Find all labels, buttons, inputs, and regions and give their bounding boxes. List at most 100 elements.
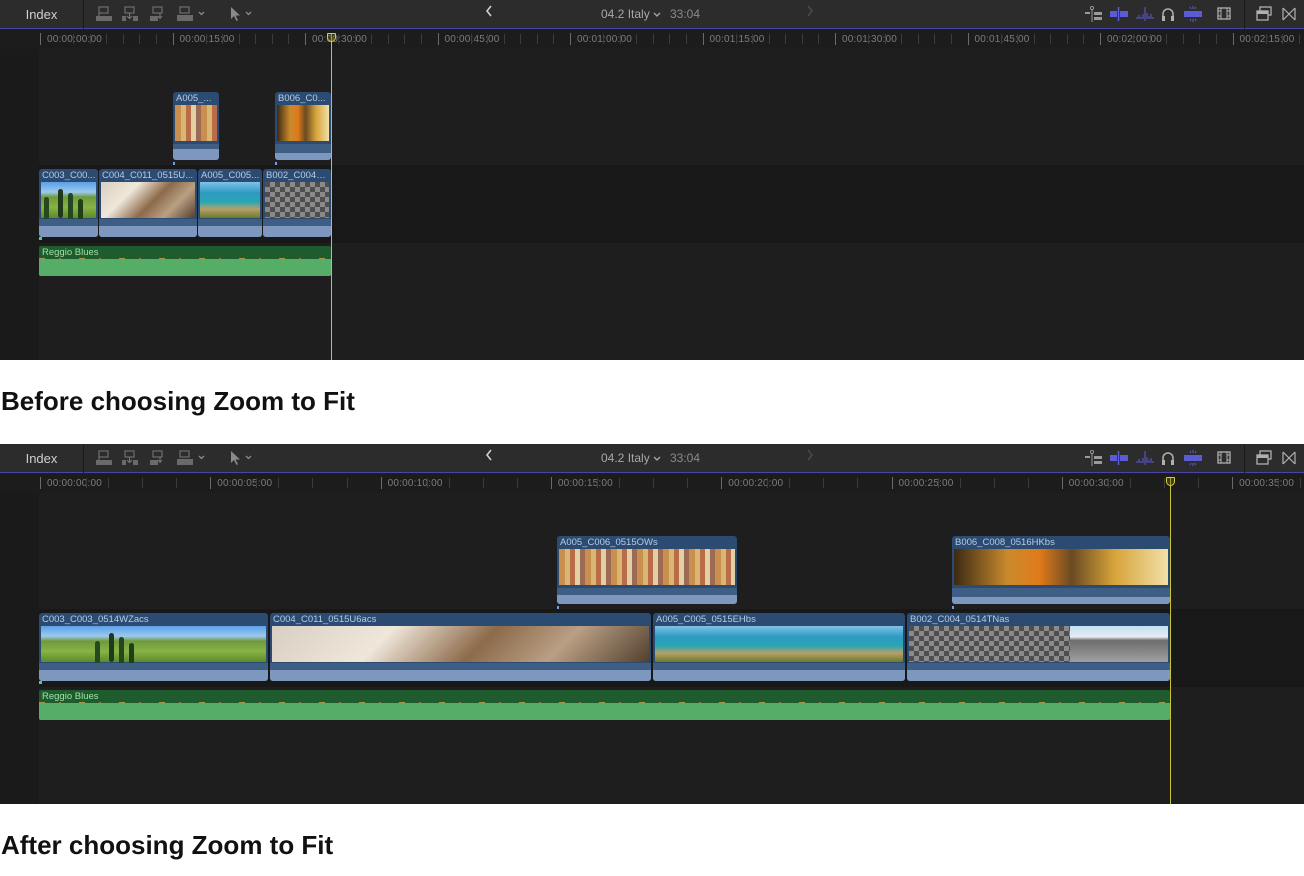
append-clip-icon[interactable] bbox=[150, 5, 166, 23]
audio-waveform-icon[interactable] bbox=[1136, 449, 1154, 467]
ruler-label: 00:00:10:00 bbox=[387, 478, 443, 489]
headphones-icon[interactable] bbox=[1161, 449, 1175, 467]
audio-waveform bbox=[270, 670, 651, 681]
timeline-gutter bbox=[0, 493, 39, 804]
ruler-minor-tick bbox=[86, 478, 88, 488]
ruler-minor-tick bbox=[1182, 34, 1184, 44]
overwrite-clip-icon[interactable] bbox=[177, 5, 207, 23]
timeline-index-window-icon[interactable] bbox=[1256, 5, 1272, 23]
ruler-minor-tick bbox=[1107, 478, 1109, 488]
primary-clip[interactable]: C004_C011_0515U6acs bbox=[270, 613, 651, 681]
playhead[interactable] bbox=[331, 34, 332, 360]
timeline-ruler[interactable]: 00:00:00:00 00:00:05:00 00:00:10:00 00:00:1… bbox=[0, 474, 1304, 493]
audio-waveform bbox=[99, 226, 197, 237]
timeline-index-window-icon[interactable] bbox=[1256, 449, 1272, 467]
audio-clip[interactable]: Reggio Blues bbox=[39, 246, 331, 276]
clip-thumbnail bbox=[41, 182, 96, 218]
ruler-minor-tick bbox=[176, 478, 178, 488]
ruler-major-tick bbox=[550, 477, 552, 489]
clip-title: B006_C008_0516HKbs bbox=[955, 537, 1055, 548]
insert-clip-icon[interactable] bbox=[122, 449, 138, 467]
index-button[interactable]: Index bbox=[0, 444, 84, 473]
clip-thumbnail bbox=[1069, 626, 1168, 662]
ruler-minor-tick bbox=[1163, 478, 1165, 488]
ruler-minor-tick bbox=[1027, 478, 1029, 488]
ruler-label: 00:01:45:00 bbox=[974, 34, 1030, 45]
ruler-label: 00:00:00:00 bbox=[47, 34, 103, 45]
forward-button[interactable] bbox=[805, 4, 815, 21]
skimming-icon[interactable] bbox=[1085, 5, 1103, 23]
ruler-minor-tick bbox=[1129, 478, 1131, 488]
ruler-minor-tick bbox=[687, 478, 689, 488]
back-button[interactable] bbox=[484, 448, 494, 465]
ruler-major-tick bbox=[570, 33, 571, 45]
clip-thumbnail bbox=[41, 626, 266, 662]
close-timeline-icon[interactable] bbox=[1282, 5, 1296, 23]
ruler-minor-tick bbox=[959, 478, 961, 488]
overwrite-clip-icon[interactable] bbox=[177, 449, 207, 467]
audio-clip[interactable]: Reggio Blues bbox=[39, 690, 1170, 720]
ruler-minor-tick bbox=[801, 34, 803, 44]
primary-clip[interactable]: A005_C005_0515EHbs bbox=[653, 613, 905, 681]
index-button[interactable]: Index bbox=[0, 0, 84, 29]
ruler-major-tick bbox=[702, 33, 704, 45]
select-tool-icon[interactable] bbox=[229, 5, 255, 23]
audio-skimming-icon[interactable] bbox=[1110, 449, 1128, 467]
primary-clip[interactable]: C003_C00... bbox=[39, 169, 98, 237]
skimming-icon[interactable] bbox=[1085, 449, 1103, 467]
chevron-down-icon bbox=[653, 12, 661, 17]
clip-title: A005_C006_0515OWs bbox=[560, 537, 658, 548]
back-button[interactable] bbox=[484, 4, 494, 21]
ruler-major-tick bbox=[891, 477, 893, 489]
snapping-icon[interactable] bbox=[1184, 5, 1202, 23]
project-name-dropdown[interactable]: 04.2 Italy bbox=[601, 7, 661, 21]
ruler-major-tick bbox=[380, 477, 382, 489]
clip-title: C004_C011_0515U6acs bbox=[273, 614, 377, 625]
ruler-minor-tick bbox=[155, 34, 157, 44]
primary-clip[interactable]: C003_C003_0514WZacs bbox=[39, 613, 268, 681]
ruler-minor-tick bbox=[1149, 34, 1151, 44]
playhead-handle[interactable] bbox=[327, 33, 336, 42]
connected-clip[interactable]: B006_C008_0516HKbs bbox=[952, 536, 1170, 604]
append-clip-icon[interactable] bbox=[150, 449, 166, 467]
project-name-dropdown[interactable]: 04.2 Italy bbox=[601, 451, 661, 465]
clip-appearance-icon[interactable] bbox=[1217, 449, 1231, 467]
primary-clip[interactable]: B002_C004_0514TNas bbox=[907, 613, 1170, 681]
timeline-ruler[interactable]: 00:00:00:00 00:00:15:00 00:00:30:00 00:00:4… bbox=[0, 30, 1304, 49]
ruler-minor-tick bbox=[789, 478, 791, 488]
ruler-major-tick bbox=[40, 477, 41, 489]
ruler-major-tick bbox=[305, 33, 306, 45]
forward-button[interactable] bbox=[805, 448, 815, 465]
playhead[interactable] bbox=[1170, 478, 1171, 804]
ruler-minor-tick bbox=[1282, 34, 1284, 44]
ruler-major-tick bbox=[1061, 477, 1063, 489]
ruler-minor-tick bbox=[752, 34, 754, 44]
playhead-handle[interactable] bbox=[1166, 477, 1175, 486]
ruler-minor-tick bbox=[768, 34, 770, 44]
timeline-panel-after: Index 04.2 Italy 33:04 00:00:00:00 00:00… bbox=[0, 444, 1304, 804]
clip-thumbnail bbox=[272, 626, 649, 662]
primary-clip[interactable]: B002_C004_... bbox=[263, 169, 331, 237]
caption-before: Before choosing Zoom to Fit bbox=[1, 386, 355, 416]
primary-clip[interactable]: A005_C005... bbox=[198, 169, 262, 237]
ruler-minor-tick bbox=[1050, 34, 1052, 44]
ruler-minor-tick bbox=[685, 34, 687, 44]
connect-clip-icon[interactable] bbox=[96, 5, 112, 23]
project-duration: 33:04 bbox=[670, 451, 701, 465]
headphones-icon[interactable] bbox=[1161, 5, 1175, 23]
insert-clip-icon[interactable] bbox=[122, 5, 138, 23]
primary-clip[interactable]: C004_C011_0515U... bbox=[99, 169, 197, 237]
audio-skimming-icon[interactable] bbox=[1110, 5, 1128, 23]
clip-appearance-icon[interactable] bbox=[1217, 5, 1231, 23]
ruler-minor-tick bbox=[1278, 478, 1280, 488]
ruler-major-tick bbox=[1232, 33, 1234, 45]
select-tool-icon[interactable] bbox=[229, 449, 255, 467]
snapping-icon[interactable] bbox=[1184, 449, 1202, 467]
chevron-left-icon bbox=[485, 5, 492, 17]
connected-clip[interactable]: A005_C006_0515OWs bbox=[557, 536, 737, 604]
connected-clip[interactable]: A005_... bbox=[173, 92, 219, 160]
connected-clip[interactable]: B006_C0... bbox=[275, 92, 331, 160]
close-timeline-icon[interactable] bbox=[1282, 449, 1296, 467]
connect-clip-icon[interactable] bbox=[96, 449, 112, 467]
audio-waveform-icon[interactable] bbox=[1136, 5, 1154, 23]
